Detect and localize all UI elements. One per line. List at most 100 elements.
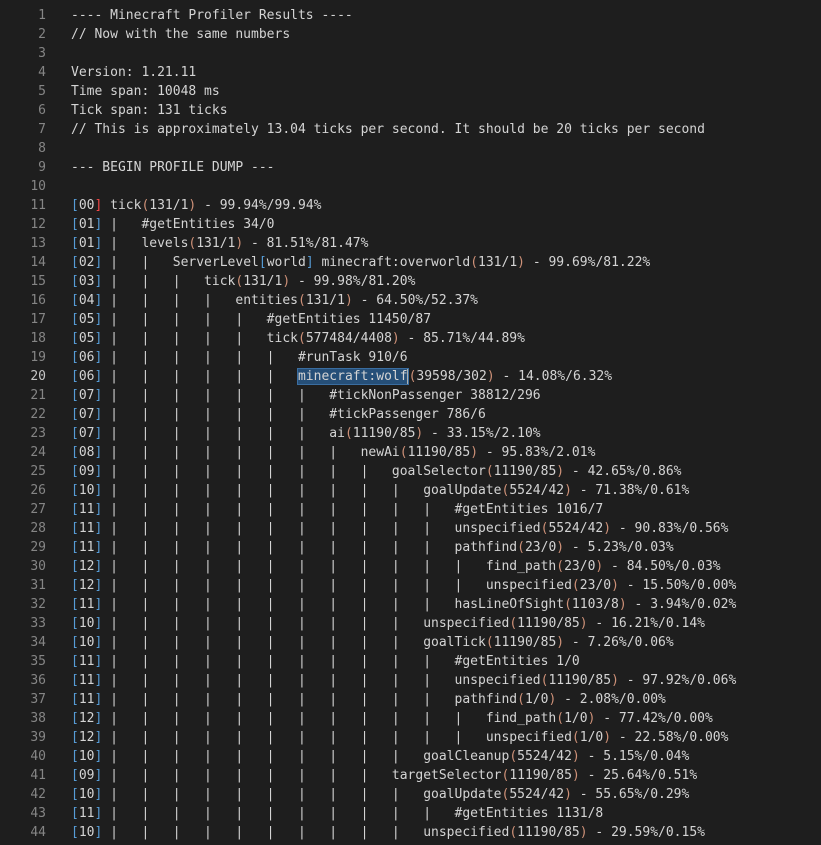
line-content[interactable]: [10] | | | | | | | | | | unspecified(111…	[71, 823, 705, 842]
code-token: [	[71, 198, 79, 213]
code-line[interactable]: 16 [04] | | | | entities(131/1) - 64.50%/…	[0, 291, 821, 310]
code-line[interactable]: 9 --- BEGIN PROFILE DUMP ---	[0, 158, 821, 177]
code-token: 5524/42	[517, 749, 572, 764]
line-content[interactable]: [11] | | | | | | | | | | | #getEntities …	[71, 804, 603, 823]
code-line[interactable]: 27 [11] | | | | | | | | | | | #getEntitie…	[0, 500, 821, 519]
line-content[interactable]: ---- Minecraft Profiler Results ----	[71, 6, 353, 25]
code-token: 12	[78, 711, 95, 726]
line-content[interactable]: [10] | | | | | | | | | | goalCleanup(552…	[71, 747, 689, 766]
line-content[interactable]: [05] | | | | | tick(577484/4408) - 85.71…	[71, 329, 525, 348]
code-line[interactable]: 12 [01] | #getEntities 34/0	[0, 215, 821, 234]
code-line[interactable]: 44 [10] | | | | | | | | | | unspecified(1…	[0, 823, 821, 842]
line-content[interactable]: [09] | | | | | | | | | goalSelector(1119…	[71, 462, 682, 481]
line-content[interactable]: [05] | | | | | #getEntities 11450/87	[71, 310, 431, 329]
line-content[interactable]: Version: 1.21.11	[71, 63, 196, 82]
editor-lines[interactable]: 1 ---- Minecraft Profiler Results ---- 2 //…	[0, 6, 821, 842]
line-content[interactable]: [10] | | | | | | | | | | unspecified(111…	[71, 614, 705, 633]
line-content[interactable]: // Now with the same numbers	[71, 25, 290, 44]
code-line[interactable]: 3	[0, 44, 821, 63]
code-line[interactable]: 30 [12] | | | | | | | | | | | | find_path…	[0, 557, 821, 576]
code-line[interactable]: 39 [12] | | | | | | | | | | | | unspecifi…	[0, 728, 821, 747]
code-line[interactable]: 11 [00] tick(131/1) - 99.94%/99.94%	[0, 196, 821, 215]
line-content[interactable]: [10] | | | | | | | | | | goalUpdate(5524…	[71, 481, 689, 500]
line-content[interactable]: [11] | | | | | | | | | | | unspecified(1…	[71, 671, 736, 690]
line-content[interactable]: [03] | | | tick(131/1) - 99.98%/81.20%	[71, 272, 415, 291]
code-line[interactable]: 15 [03] | | | tick(131/1) - 99.98%/81.20%	[0, 272, 821, 291]
line-content[interactable]: [12] | | | | | | | | | | | | unspecified…	[71, 728, 728, 747]
line-content[interactable]: [02] | | ServerLevel[world] minecraft:ov…	[71, 253, 650, 272]
code-line[interactable]: 14 [02] | | ServerLevel[world] minecraft:…	[0, 253, 821, 272]
line-content[interactable]: [07] | | | | | | | ai(11190/85) - 33.15%…	[71, 424, 541, 443]
line-content[interactable]: --- BEGIN PROFILE DUMP ---	[71, 158, 275, 177]
code-line[interactable]: 38 [12] | | | | | | | | | | | | find_path…	[0, 709, 821, 728]
code-line[interactable]: 36 [11] | | | | | | | | | | | unspecified…	[0, 671, 821, 690]
code-token: 03	[78, 274, 95, 289]
line-content[interactable]: [01] | levels(131/1) - 81.51%/81.47%	[71, 234, 368, 253]
code-line[interactable]: 1 ---- Minecraft Profiler Results ----	[0, 6, 821, 25]
line-content[interactable]: [06] | | | | | | minecraft:wolf(39598/30…	[71, 367, 612, 386]
code-line[interactable]: 21 [07] | | | | | | | #tickNonPassenger 3…	[0, 386, 821, 405]
line-content[interactable]: [10] | | | | | | | | | | goalUpdate(5524…	[71, 785, 689, 804]
code-line[interactable]: 2 // Now with the same numbers	[0, 25, 821, 44]
code-line[interactable]: 28 [11] | | | | | | | | | | | unspecified…	[0, 519, 821, 538]
line-content[interactable]: Tick span: 131 ticks	[71, 101, 228, 120]
code-token: | | | | | | | | | | | | find_path	[102, 711, 557, 726]
code-token: (	[571, 578, 580, 593]
line-content[interactable]: [11] | | | | | | | | | | | #getEntities …	[71, 500, 603, 519]
line-content[interactable]: [11] | | | | | | | | | | | pathfind(1/0)…	[71, 690, 666, 709]
code-editor[interactable]: 1 ---- Minecraft Profiler Results ---- 2 //…	[0, 0, 821, 845]
code-line[interactable]: 33 [10] | | | | | | | | | | unspecified(1…	[0, 614, 821, 633]
code-line[interactable]: 20 [06] | | | | | | minecraft:wolf(39598/…	[0, 367, 821, 386]
code-token: (	[517, 692, 525, 707]
line-content[interactable]: [11] | | | | | | | | | | | #getEntities …	[71, 652, 580, 671]
code-line[interactable]: 26 [10] | | | | | | | | | | goalUpdate(55…	[0, 481, 821, 500]
line-content[interactable]: [00] tick(131/1) - 99.94%/99.94%	[71, 196, 321, 215]
code-line[interactable]: 5 Time span: 10048 ms	[0, 82, 821, 101]
code-line[interactable]: 42 [10] | | | | | | | | | | goalUpdate(55…	[0, 785, 821, 804]
code-line[interactable]: 41 [09] | | | | | | | | | targetSelector(…	[0, 766, 821, 785]
line-content[interactable]: // This is approximately 13.04 ticks per…	[71, 120, 705, 139]
code-line[interactable]: 4 Version: 1.21.11	[0, 63, 821, 82]
code-line[interactable]: 8	[0, 139, 821, 158]
code-token: | | | | | | | | | | | unspecified	[102, 673, 541, 688]
code-line[interactable]: 7 // This is approximately 13.04 ticks pe…	[0, 120, 821, 139]
code-token: )	[344, 293, 353, 308]
code-line[interactable]: 19 [06] | | | | | | #runTask 910/6	[0, 348, 821, 367]
line-content[interactable]: [11] | | | | | | | | | | | hasLineOfSigh…	[71, 595, 736, 614]
code-line[interactable]: 31 [12] | | | | | | | | | | | | unspecifi…	[0, 576, 821, 595]
code-line[interactable]: 23 [07] | | | | | | | ai(11190/85) - 33.1…	[0, 424, 821, 443]
line-content[interactable]: [10] | | | | | | | | | | goalTick(11190/…	[71, 633, 674, 652]
line-content[interactable]: [09] | | | | | | | | | targetSelector(11…	[71, 766, 697, 785]
line-content[interactable]: Time span: 10048 ms	[71, 82, 220, 101]
code-token: | | | | | | | | | | | unspecified	[102, 521, 541, 536]
line-content[interactable]: [01] | #getEntities 34/0	[71, 215, 275, 234]
line-content[interactable]: [12] | | | | | | | | | | | | unspecified…	[71, 576, 736, 595]
code-line[interactable]: 22 [07] | | | | | | | #tickPassenger 786/…	[0, 405, 821, 424]
line-content[interactable]: [12] | | | | | | | | | | | | find_path(1…	[71, 709, 713, 728]
code-line[interactable]: 18 [05] | | | | | tick(577484/4408) - 85.…	[0, 329, 821, 348]
code-line[interactable]: 40 [10] | | | | | | | | | | goalCleanup(5…	[0, 747, 821, 766]
line-number: 21	[30, 388, 46, 403]
line-content[interactable]: [07] | | | | | | | #tickPassenger 786/6	[71, 405, 486, 424]
code-line[interactable]: 17 [05] | | | | | #getEntities 11450/87	[0, 310, 821, 329]
code-token: (	[517, 540, 525, 555]
code-line[interactable]: 43 [11] | | | | | | | | | | | #getEntitie…	[0, 804, 821, 823]
line-content[interactable]: [11] | | | | | | | | | | | unspecified(5…	[71, 519, 728, 538]
code-line[interactable]: 10	[0, 177, 821, 196]
code-line[interactable]: 6 Tick span: 131 ticks	[0, 101, 821, 120]
code-line[interactable]: 34 [10] | | | | | | | | | | goalTick(1119…	[0, 633, 821, 652]
line-content[interactable]: [07] | | | | | | | #tickNonPassenger 388…	[71, 386, 541, 405]
code-line[interactable]: 35 [11] | | | | | | | | | | | #getEntitie…	[0, 652, 821, 671]
code-line[interactable]: 25 [09] | | | | | | | | | goalSelector(11…	[0, 462, 821, 481]
line-content[interactable]: [12] | | | | | | | | | | | | find_path(2…	[71, 557, 721, 576]
code-line[interactable]: 37 [11] | | | | | | | | | | | pathfind(1/…	[0, 690, 821, 709]
line-content[interactable]: [06] | | | | | | #runTask 910/6	[71, 348, 408, 367]
code-line[interactable]: 24 [08] | | | | | | | | newAi(11190/85) -…	[0, 443, 821, 462]
code-token: [	[71, 768, 79, 783]
line-content[interactable]: [11] | | | | | | | | | | | pathfind(23/0…	[71, 538, 674, 557]
line-content[interactable]: [08] | | | | | | | | newAi(11190/85) - 9…	[71, 443, 595, 462]
code-line[interactable]: 13 [01] | levels(131/1) - 81.51%/81.47%	[0, 234, 821, 253]
code-line[interactable]: 32 [11] | | | | | | | | | | | hasLineOfSi…	[0, 595, 821, 614]
code-line[interactable]: 29 [11] | | | | | | | | | | | pathfind(23…	[0, 538, 821, 557]
line-content[interactable]: [04] | | | | entities(131/1) - 64.50%/52…	[71, 291, 478, 310]
